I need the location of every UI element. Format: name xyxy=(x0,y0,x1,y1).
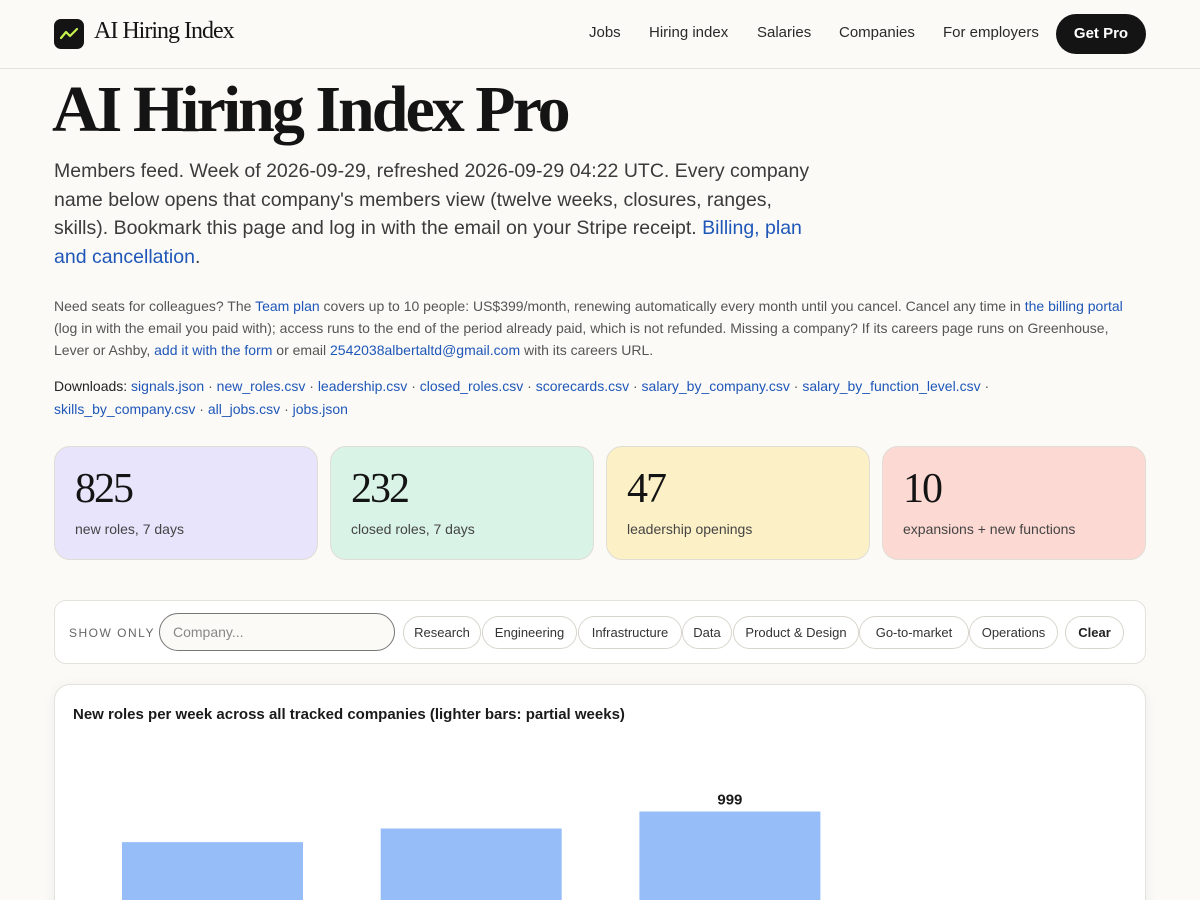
stat-card-leadership: 47 leadership openings xyxy=(606,446,870,560)
download-skills-by-company-csv[interactable]: skills_by_company.csv xyxy=(54,401,195,417)
downloads-label: Downloads: xyxy=(54,378,128,394)
download-all-jobs-csv[interactable]: all_jobs.csv xyxy=(208,401,280,417)
nav-jobs[interactable]: Jobs xyxy=(589,24,621,41)
separator: · xyxy=(411,378,416,394)
download-salary-by-function-level-csv[interactable]: salary_by_function_level.csv xyxy=(802,378,980,394)
team-plan-note: Need seats for colleagues? The Team plan… xyxy=(54,295,1134,361)
filter-chip-engineering[interactable]: Engineering xyxy=(482,616,577,649)
filter-chip-product-design[interactable]: Product & Design xyxy=(733,616,859,649)
filter-chip-operations[interactable]: Operations xyxy=(969,616,1058,649)
brand-name[interactable]: AI Hiring Index xyxy=(94,18,235,45)
company-filter-input[interactable] xyxy=(159,613,395,651)
stat-value: 10 xyxy=(903,466,943,512)
members-feed-intro: Members feed. Week of 2026-09-29, refres… xyxy=(54,157,824,272)
team-text-5: with its careers URL. xyxy=(520,342,654,358)
stat-card-new-roles: 825 new roles, 7 days xyxy=(54,446,318,560)
download-signals-json[interactable]: signals.json xyxy=(131,378,204,394)
intro-text: Members feed. Week of 2026-09-29, refres… xyxy=(54,160,810,240)
download-leadership-csv[interactable]: leadership.csv xyxy=(318,378,408,394)
downloads-list: Downloads: signals.json · new_roles.csv … xyxy=(54,375,1054,421)
add-company-form-link[interactable]: add it with the form xyxy=(154,342,272,358)
nav-companies[interactable]: Companies xyxy=(839,24,915,41)
stat-label: expansions + new functions xyxy=(903,521,1076,537)
nav-salaries[interactable]: Salaries xyxy=(757,24,811,41)
team-text-2: covers up to 10 people: US$399/month, re… xyxy=(319,298,1025,314)
team-text-4: or email xyxy=(272,342,330,358)
separator: · xyxy=(632,378,638,394)
intro-period: . xyxy=(194,246,201,269)
chart-bar xyxy=(639,811,821,900)
filter-chip-infrastructure[interactable]: Infrastructure xyxy=(578,616,682,649)
top-nav-bar: AI Hiring Index Jobs Hiring index Salari… xyxy=(0,0,1200,69)
billing-portal-link[interactable]: the billing portal xyxy=(1025,298,1123,314)
stat-card-closed-roles: 232 closed roles, 7 days xyxy=(330,446,594,560)
stat-label: leadership openings xyxy=(627,521,753,537)
contact-email-link[interactable]: 2542038albertaltd@gmail.com xyxy=(330,342,520,358)
filter-chip-research[interactable]: Research xyxy=(403,616,481,649)
page-title: AI Hiring Index Pro xyxy=(52,73,571,146)
download-salary-by-company-csv[interactable]: salary_by_company.csv xyxy=(642,378,790,394)
chart-bar xyxy=(380,828,562,900)
team-plan-link[interactable]: Team plan xyxy=(255,298,320,314)
download-scorecards-csv[interactable]: scorecards.csv xyxy=(536,378,629,394)
nav-hiring-index[interactable]: Hiring index xyxy=(649,24,728,41)
stat-value: 47 xyxy=(627,466,667,512)
separator: · xyxy=(284,401,289,417)
get-pro-button[interactable]: Get Pro xyxy=(1056,14,1146,54)
nav-for-employers[interactable]: For employers xyxy=(943,24,1039,41)
clear-filters-button[interactable]: Clear xyxy=(1065,616,1124,649)
stat-card-expansions: 10 expansions + new functions xyxy=(882,446,1146,560)
filter-bar: SHOW ONLY Research Engineering Infrastru… xyxy=(54,600,1146,664)
separator: · xyxy=(309,378,314,394)
chart-bar xyxy=(122,842,303,900)
bar-chart-area: 999 xyxy=(122,792,821,900)
bar-value-label: 999 xyxy=(717,792,742,809)
stat-value: 232 xyxy=(351,466,410,512)
filter-label: SHOW ONLY xyxy=(69,626,155,640)
separator: · xyxy=(527,378,532,394)
download-closed-roles-csv[interactable]: closed_roles.csv xyxy=(420,378,524,394)
trend-logo-icon[interactable] xyxy=(54,19,84,49)
separator: · xyxy=(793,378,799,394)
download-new-roles-csv[interactable]: new_roles.csv xyxy=(217,378,306,394)
stat-label: closed roles, 7 days xyxy=(351,521,475,537)
filter-chip-go-to-market[interactable]: Go-to-market xyxy=(859,616,969,649)
stat-label: new roles, 7 days xyxy=(75,521,184,537)
separator: · xyxy=(208,378,213,394)
team-text-1: Need seats for colleagues? The xyxy=(54,298,256,314)
filter-chip-data[interactable]: Data xyxy=(682,616,732,649)
weekly-new-roles-chart: New roles per week across all tracked co… xyxy=(54,684,1146,900)
download-jobs-json[interactable]: jobs.json xyxy=(293,401,348,417)
stat-value: 825 xyxy=(75,466,134,512)
separator: · xyxy=(199,401,204,417)
separator: · xyxy=(984,378,990,394)
